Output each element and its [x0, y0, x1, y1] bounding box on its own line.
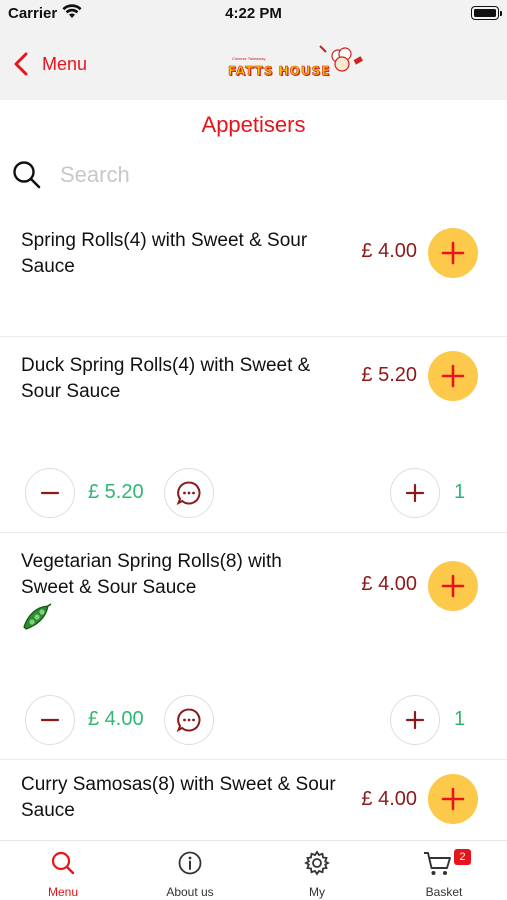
item-name: Curry Samosas(8) with Sweet & Sour Sauce: [21, 774, 336, 821]
restaurant-logo: Chinese Takeaway FATTS HOUSE: [226, 42, 368, 86]
info-icon: [178, 851, 202, 875]
tab-label: Menu: [47, 885, 79, 899]
tab-menu[interactable]: Menu: [0, 841, 126, 900]
decrease-quantity-button[interactable]: [25, 695, 75, 745]
tab-bar: Menu About us My 2 Basket: [0, 840, 507, 900]
add-to-basket-button[interactable]: [428, 561, 478, 611]
basket-count-badge: 2: [454, 849, 471, 865]
plus-icon: [405, 710, 425, 730]
item-name: Vegetarian Spring Rolls(8) with Sweet & …: [21, 551, 282, 598]
gear-icon: [304, 850, 330, 876]
decrease-quantity-button[interactable]: [25, 468, 75, 518]
add-note-button[interactable]: [164, 468, 214, 518]
plus-icon: [441, 574, 465, 598]
menu-item: Curry Samosas(8) with Sweet & Sour Sauce…: [0, 760, 507, 850]
quantity-value: 1: [454, 481, 466, 503]
comment-icon: [176, 481, 201, 506]
clock: 4:22 PM: [225, 5, 282, 22]
plus-icon: [441, 241, 465, 265]
search-bar[interactable]: [10, 155, 497, 195]
tab-label: Basket: [425, 885, 463, 899]
add-to-basket-button[interactable]: [428, 228, 478, 278]
line-price: £ 5.20: [88, 481, 144, 503]
menu-item: Vegetarian Spring Rolls(8) with Sweet & …: [0, 533, 507, 760]
item-price: £ 4.00: [361, 788, 417, 810]
item-name: Spring Rolls(4) with Sweet & Sour Sauce: [21, 230, 308, 277]
item-price: £ 4.00: [361, 573, 417, 595]
navigation-bar: Menu Chinese Takeaway FATTS HOUSE: [0, 28, 507, 100]
minus-icon: [40, 718, 60, 722]
menu-item-list: Spring Rolls(4) with Sweet & Sour Sauce …: [0, 212, 507, 850]
back-label: Menu: [42, 53, 88, 74]
plus-icon: [405, 483, 425, 503]
back-button[interactable]: Menu: [14, 48, 87, 80]
section-title: Appetisers: [201, 112, 306, 137]
pea-pod-icon: [23, 603, 52, 630]
battery-icon: [471, 6, 502, 20]
tab-my[interactable]: My: [254, 841, 380, 900]
item-name: Duck Spring Rolls(4) with Sweet & Sour S…: [21, 355, 311, 402]
item-price: £ 5.20: [361, 364, 417, 386]
search-icon: [51, 851, 75, 875]
quantity-row: £ 4.00 1: [0, 695, 507, 747]
add-to-basket-button[interactable]: [428, 774, 478, 824]
item-price: £ 4.00: [361, 240, 417, 262]
line-price: £ 4.00: [88, 708, 144, 730]
logo-subtitle: Chinese Takeaway: [232, 56, 266, 61]
tab-label: My: [309, 885, 325, 899]
search-icon: [13, 161, 41, 189]
chevron-left-icon: [14, 52, 28, 76]
add-note-button[interactable]: [164, 695, 214, 745]
quantity-value: 1: [454, 708, 466, 730]
minus-icon: [40, 491, 60, 495]
comment-icon: [176, 708, 201, 733]
menu-item: Duck Spring Rolls(4) with Sweet & Sour S…: [0, 337, 507, 533]
plus-icon: [441, 364, 465, 388]
quantity-row: £ 5.20 1: [0, 468, 507, 520]
status-bar: Carrier 4:22 PM: [0, 0, 507, 28]
increase-quantity-button[interactable]: [390, 468, 440, 518]
menu-item: Spring Rolls(4) with Sweet & Sour Sauce …: [0, 212, 507, 337]
cart-icon: [423, 852, 451, 875]
add-to-basket-button[interactable]: [428, 351, 478, 401]
increase-quantity-button[interactable]: [390, 695, 440, 745]
plus-icon: [441, 787, 465, 811]
tab-about-us[interactable]: About us: [127, 841, 253, 900]
tab-basket[interactable]: 2 Basket: [381, 841, 507, 900]
search-input[interactable]: [60, 162, 440, 188]
logo-text: FATTS HOUSE: [228, 64, 331, 79]
tab-label: About us: [166, 885, 214, 899]
